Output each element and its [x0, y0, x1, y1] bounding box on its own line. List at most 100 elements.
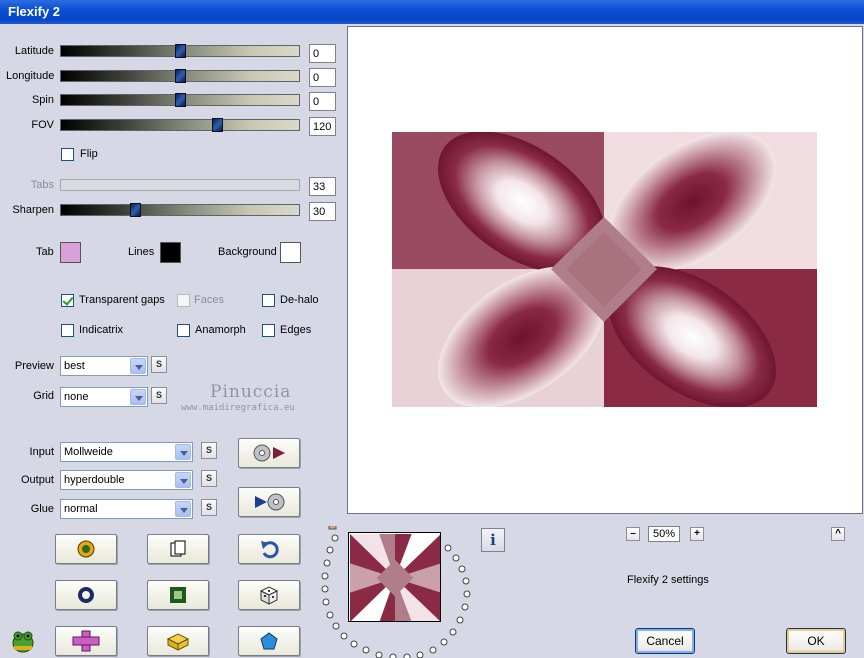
faces-label: Faces: [194, 294, 224, 306]
latitude-value[interactable]: 0: [309, 44, 336, 63]
ok-button[interactable]: OK: [786, 628, 846, 654]
dice-icon: [259, 586, 279, 605]
preview-quality-label: Preview: [14, 360, 54, 372]
chevron-down-icon[interactable]: [130, 358, 146, 374]
glue-value: normal: [64, 503, 98, 515]
fov-slider[interactable]: [60, 118, 300, 132]
watermark-name: Pinuccia: [210, 382, 292, 402]
copy-icon: [170, 540, 186, 557]
disc-save-icon: [255, 493, 285, 511]
latitude-label: Latitude: [14, 45, 54, 57]
frame-button[interactable]: [147, 580, 209, 610]
scroll-up-button[interactable]: ^: [831, 527, 845, 541]
lines-color-label: Lines: [128, 246, 155, 258]
preview-quality-value: best: [64, 360, 85, 372]
spin-slider[interactable]: [60, 93, 300, 107]
sharpen-value[interactable]: 30: [309, 202, 336, 221]
plus-blocks-icon: [72, 630, 100, 652]
load-preset-button[interactable]: [238, 438, 300, 468]
cancel-button[interactable]: Cancel: [635, 628, 695, 654]
lines-color-swatch[interactable]: [160, 242, 181, 263]
anamorph-label: Anamorph: [195, 324, 246, 336]
chevron-down-icon[interactable]: [175, 444, 191, 460]
zoom-level: 50%: [648, 526, 680, 542]
transparent-gaps-label: Transparent gaps: [79, 294, 165, 306]
chevron-down-icon[interactable]: [175, 472, 191, 488]
fov-value[interactable]: 120: [309, 117, 336, 136]
glue-label: Glue: [30, 503, 54, 515]
window-title: Flexify 2: [8, 4, 61, 19]
sharpen-slider-thumb[interactable]: [130, 203, 141, 217]
preview-s-button[interactable]: S: [151, 356, 167, 373]
latitude-slider[interactable]: [60, 44, 300, 58]
edges-checkbox[interactable]: [262, 324, 275, 337]
input-s-button[interactable]: S: [201, 442, 217, 459]
flip-checkbox[interactable]: [61, 148, 74, 161]
pentagon-icon: [260, 632, 278, 650]
info-icon: i: [490, 531, 496, 549]
random-dice-button[interactable]: [238, 580, 300, 610]
background-color-swatch[interactable]: [280, 242, 301, 263]
brick-icon: [166, 633, 190, 651]
latitude-slider-thumb[interactable]: [175, 44, 186, 58]
randomize-button[interactable]: [55, 534, 117, 564]
zoom-out-button[interactable]: –: [626, 527, 640, 541]
tab-color-swatch[interactable]: [60, 242, 81, 263]
spin-value[interactable]: 0: [309, 92, 336, 111]
de-halo-label: De-halo: [280, 294, 319, 306]
preview-quality-select[interactable]: best: [60, 356, 148, 376]
tab-color-label: Tab: [36, 246, 54, 258]
brick-button[interactable]: [147, 626, 209, 656]
flip-label: Flip: [80, 148, 98, 160]
title-bar: Flexify 2: [0, 0, 864, 24]
status-text: Flexify 2 settings: [627, 574, 709, 586]
preview-image: [392, 132, 817, 407]
background-color-label: Background: [218, 246, 277, 258]
glue-s-button[interactable]: S: [201, 499, 217, 516]
grid-label: Grid: [33, 390, 54, 402]
navigator-thumbnail[interactable]: [348, 532, 441, 622]
pentagon-button[interactable]: [238, 626, 300, 656]
grid-select[interactable]: none: [60, 387, 148, 407]
longitude-slider-thumb[interactable]: [175, 69, 186, 83]
tabs-value: 33: [309, 177, 336, 196]
watermark-url: www.maidiregrafica.eu: [181, 403, 295, 413]
info-button[interactable]: i: [481, 528, 505, 552]
fov-slider-thumb[interactable]: [212, 118, 223, 132]
undo-icon: [261, 541, 279, 559]
zoom-in-button[interactable]: +: [690, 527, 704, 541]
longitude-label: Longitude: [6, 70, 55, 82]
longitude-value[interactable]: 0: [309, 68, 336, 87]
de-halo-checkbox[interactable]: [262, 294, 275, 307]
frog-logo-icon: [10, 628, 36, 657]
indicatrix-checkbox[interactable]: [61, 324, 74, 337]
plus-shape-button[interactable]: [55, 626, 117, 656]
output-s-button[interactable]: S: [201, 470, 217, 487]
tabs-label: Tabs: [30, 179, 54, 191]
save-preset-button[interactable]: [238, 487, 300, 517]
ring-handle[interactable]: [328, 526, 337, 530]
grid-s-button[interactable]: S: [151, 387, 167, 404]
ring-icon: [78, 587, 94, 603]
spin-slider-thumb[interactable]: [175, 93, 186, 107]
copy-button[interactable]: [147, 534, 209, 564]
disc-load-icon: [253, 444, 285, 462]
sharpen-slider[interactable]: [60, 203, 300, 217]
longitude-slider[interactable]: [60, 69, 300, 83]
fov-label: FOV: [31, 119, 54, 131]
faces-checkbox: [177, 294, 190, 307]
input-projection-value: Mollweide: [64, 446, 113, 458]
transparent-gaps-checkbox[interactable]: [61, 294, 74, 307]
square-frame-icon: [170, 587, 186, 603]
chevron-down-icon[interactable]: [130, 389, 146, 405]
output-label: Output: [20, 474, 54, 486]
undo-button[interactable]: [238, 534, 300, 564]
input-projection-select[interactable]: Mollweide: [60, 442, 193, 462]
chevron-down-icon[interactable]: [175, 501, 191, 517]
ring-button[interactable]: [55, 580, 117, 610]
gem-icon: [77, 540, 95, 558]
glue-select[interactable]: normal: [60, 499, 193, 519]
anamorph-checkbox[interactable]: [177, 324, 190, 337]
indicatrix-label: Indicatrix: [79, 324, 124, 336]
output-projection-select[interactable]: hyperdouble: [60, 470, 193, 490]
